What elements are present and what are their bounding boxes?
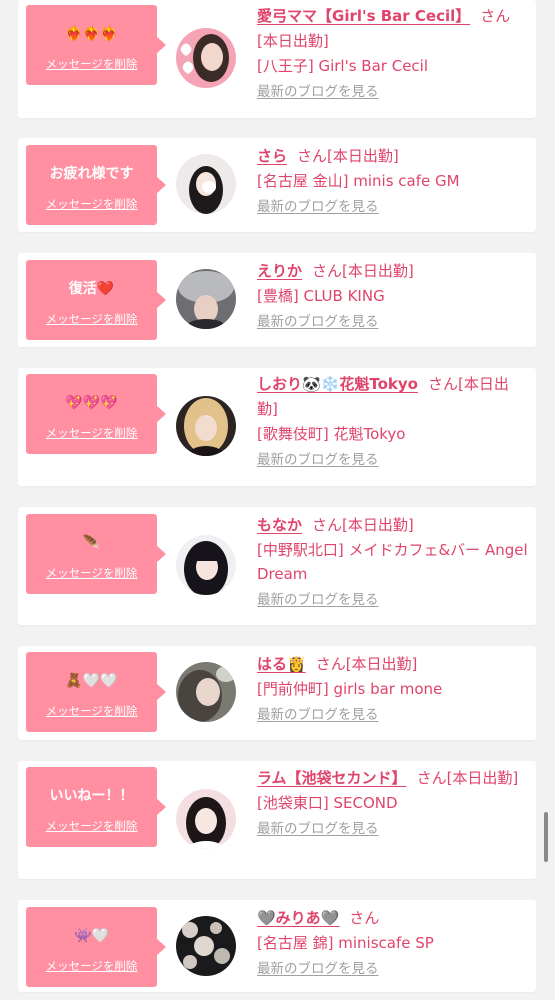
latest-blog-link[interactable]: 最新のブログを見る [257,83,529,101]
list-item: 復活❤️ メッセージを削除 えりか さん[本日出勤] [豊橋] CLUB KING… [18,253,536,347]
message-bubble: 復活❤️ メッセージを削除 [26,260,166,340]
latest-blog-link[interactable]: 最新のブログを見る [257,451,529,469]
message-bubble: いいねー！！ メッセージを削除 [26,767,166,847]
cast-status: さん[本日出勤] [312,262,414,280]
message-text: 🧸🤍🤍 [65,673,118,689]
cast-title: 愛弓ママ【Girl's Bar Cecil】 さん[本日出勤] [257,4,529,54]
message-text: 🪶 [82,535,101,551]
avatar[interactable] [176,154,236,214]
delete-message-link[interactable]: メッセージを削除 [26,311,157,327]
cast-status: さん[本日出勤] [297,147,399,165]
cast-info: 愛弓ママ【Girl's Bar Cecil】 さん[本日出勤] [八王子] Gir… [257,4,529,101]
avatar[interactable] [176,662,236,722]
shop-location: [門前仲町] girls bar mone [257,680,443,698]
cast-name-link[interactable]: もなか [257,516,302,534]
cast-status: さん [349,909,380,927]
list-item: いいねー！！ メッセージを削除 ラム【池袋セカンド】 さん[本日出勤] [池袋東口… [18,761,536,879]
list-item: ❤️‍🔥❤️‍🔥❤️‍🔥 メッセージを削除 愛弓ママ【Girl's Bar Ce… [18,0,536,118]
message-bubble: 👾🤍 メッセージを削除 [26,907,166,987]
latest-blog-link[interactable]: 最新のブログを見る [257,706,529,724]
cast-info: はる👸 さん[本日出勤] [門前仲町] girls bar mone 最新のブログ… [257,652,529,724]
delete-message-link[interactable]: メッセージを削除 [26,703,157,719]
cast-info: 🩶みりあ🩶 さん [名古屋 錦] miniscafe SP 最新のブログを見る [257,906,529,978]
cast-name-link[interactable]: えりか [257,262,302,280]
shop-location: [八王子] Girl's Bar Cecil [257,57,429,75]
cast-name-link[interactable]: さら [257,147,287,165]
avatar[interactable] [176,535,236,595]
message-bubble: ❤️‍🔥❤️‍🔥❤️‍🔥 メッセージを削除 [26,5,166,85]
cast-info: えりか さん[本日出勤] [豊橋] CLUB KING 最新のブログを見る [257,259,529,331]
message-text: 復活❤️ [68,281,115,297]
cast-name-link[interactable]: ラム【池袋セカンド】 [257,769,407,787]
latest-blog-link[interactable]: 最新のブログを見る [257,820,529,838]
latest-blog-link[interactable]: 最新のブログを見る [257,591,529,609]
list-item: 🪶 メッセージを削除 もなか さん[本日出勤] [中野駅北口] メイドカフェ&バー… [18,507,536,625]
cast-status: さん[本日出勤] [312,516,414,534]
message-bubble: 🪶 メッセージを削除 [26,514,166,594]
shop-location: [名古屋 錦] miniscafe SP [257,934,434,952]
shop-location: [池袋東口] SECOND [257,794,398,812]
cast-status: さん[本日出勤] [315,655,418,673]
cast-title: しおり🐼❄️花魁Tokyo さん[本日出勤] [257,372,529,422]
message-bubble: 💖💖💖 メッセージを削除 [26,374,166,454]
message-text: 👾🤍 [74,928,109,944]
cast-status: さん[本日出勤] [416,769,519,787]
delete-message-link[interactable]: メッセージを削除 [26,56,157,72]
message-text: お疲れ様です [49,166,134,182]
cast-info: もなか さん[本日出勤] [中野駅北口] メイドカフェ&バー Angel Drea… [257,513,529,609]
avatar[interactable] [176,269,236,329]
latest-blog-link[interactable]: 最新のブログを見る [257,960,529,978]
cast-name-link[interactable]: 🩶みりあ🩶 [257,909,339,927]
delete-message-link[interactable]: メッセージを削除 [26,818,157,834]
avatar[interactable] [176,396,236,456]
message-list: ❤️‍🔥❤️‍🔥❤️‍🔥 メッセージを削除 愛弓ママ【Girl's Bar Ce… [0,0,555,1000]
latest-blog-link[interactable]: 最新のブログを見る [257,198,529,216]
message-text: ❤️‍🔥❤️‍🔥❤️‍🔥 [65,26,118,42]
cast-title: 🩶みりあ🩶 さん [257,906,529,931]
delete-message-link[interactable]: メッセージを削除 [26,958,157,974]
avatar[interactable] [176,28,236,88]
delete-message-link[interactable]: メッセージを削除 [26,565,157,581]
shop-location: [名古屋 金山] minis cafe GM [257,172,460,190]
list-item: 🧸🤍🤍 メッセージを削除 はる👸 さん[本日出勤] [門前仲町] girls ba… [18,646,536,740]
latest-blog-link[interactable]: 最新のブログを見る [257,313,529,331]
cast-title: もなか さん[本日出勤] [257,513,529,538]
avatar[interactable] [176,789,236,849]
shop-location: [豊橋] CLUB KING [257,287,385,305]
cast-title: えりか さん[本日出勤] [257,259,529,284]
cast-name-link[interactable]: はる👸 [257,655,306,673]
list-item: 👾🤍 メッセージを削除 🩶みりあ🩶 さん [名古屋 錦] miniscafe SP… [18,900,536,992]
scrollbar[interactable] [544,812,548,862]
cast-title: はる👸 さん[本日出勤] [257,652,529,677]
cast-info: ラム【池袋セカンド】 さん[本日出勤] [池袋東口] SECOND 最新のブログを… [257,766,529,838]
list-item: 💖💖💖 メッセージを削除 しおり🐼❄️花魁Tokyo さん[本日出勤] [歌舞伎町… [18,368,536,486]
cast-info: さら さん[本日出勤] [名古屋 金山] minis cafe GM 最新のブログ… [257,144,529,216]
shop-location: [中野駅北口] メイドカフェ&バー Angel Dream [257,541,528,583]
cast-name-link[interactable]: しおり🐼❄️花魁Tokyo [257,375,418,393]
avatar[interactable] [176,916,236,976]
cast-name-link[interactable]: 愛弓ママ【Girl's Bar Cecil】 [257,7,470,25]
shop-location: [歌舞伎町] 花魁Tokyo [257,425,406,443]
cast-title: ラム【池袋セカンド】 さん[本日出勤] [257,766,529,791]
message-text: 💖💖💖 [65,395,118,411]
delete-message-link[interactable]: メッセージを削除 [26,196,157,212]
message-text: いいねー！！ [49,788,134,804]
cast-info: しおり🐼❄️花魁Tokyo さん[本日出勤] [歌舞伎町] 花魁Tokyo 最新の… [257,372,529,469]
message-bubble: 🧸🤍🤍 メッセージを削除 [26,652,166,732]
message-bubble: お疲れ様です メッセージを削除 [26,145,166,225]
cast-title: さら さん[本日出勤] [257,144,529,169]
list-item: お疲れ様です メッセージを削除 さら さん[本日出勤] [名古屋 金山] mini… [18,138,536,232]
delete-message-link[interactable]: メッセージを削除 [26,425,157,441]
